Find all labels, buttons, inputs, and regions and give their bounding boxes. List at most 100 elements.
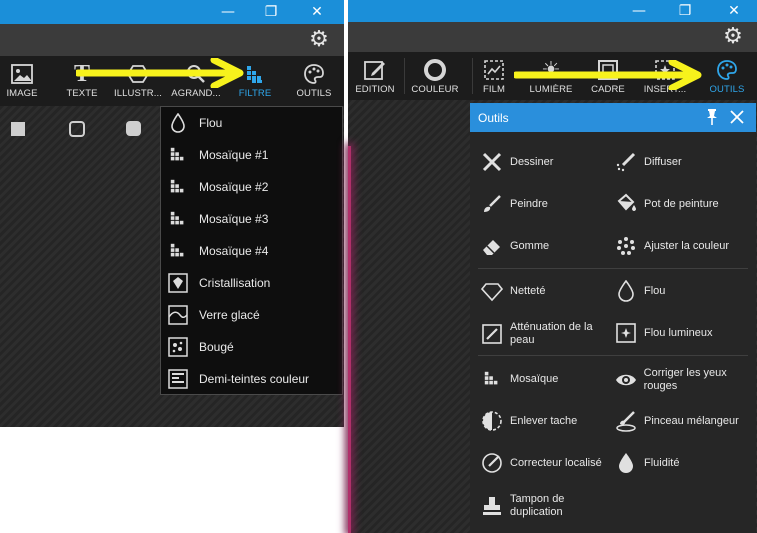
tool-label: Peindre	[510, 197, 548, 210]
skin-icon	[480, 322, 504, 346]
shape-rounded-filled-button[interactable]	[126, 121, 141, 136]
tool-label: Diffuser	[644, 155, 682, 168]
tool-mosaique[interactable]: Mosaïque	[480, 367, 610, 391]
mixer-brush-icon	[614, 409, 638, 433]
image-icon	[9, 62, 35, 86]
color-ring-icon	[422, 58, 448, 82]
menu-item-mosaique-1[interactable]: Mosaïque #1	[161, 139, 341, 171]
tool-peindre[interactable]: Peindre	[480, 192, 610, 216]
motion-icon	[167, 336, 189, 358]
menu-item-label: Mosaïque #4	[199, 244, 269, 258]
tool-label: Gomme	[510, 239, 550, 252]
menu-item-label: Mosaïque #3	[199, 212, 269, 226]
restore-button[interactable]: ❐	[252, 0, 290, 24]
tab-label: FILM	[482, 84, 506, 95]
close-button[interactable]: ✕	[715, 0, 753, 22]
tool-pot-de-peinture[interactable]: Pot de peinture	[614, 192, 752, 216]
frosted-glass-icon	[167, 304, 189, 326]
adjust-color-icon	[614, 234, 638, 258]
tool-label: Flou	[644, 284, 666, 297]
gear-icon[interactable]: ⚙	[721, 25, 745, 49]
tab-label: COULEUR	[411, 84, 459, 95]
mosaic-icon	[167, 208, 189, 230]
tool-correcteur-localise[interactable]: Correcteur localisé	[480, 451, 610, 475]
drop-icon	[167, 112, 189, 134]
yellow-arrow-annotation	[76, 58, 244, 88]
halftone-icon	[167, 368, 189, 390]
panel-close-icon[interactable]	[728, 108, 746, 126]
tool-pinceau-melangeur[interactable]: Pinceau mélangeur	[614, 409, 752, 433]
brush-icon	[480, 192, 504, 216]
tab-image[interactable]: IMAGE	[2, 56, 42, 106]
tool-yeux-rouges[interactable]: Corriger les yeux rouges	[614, 367, 752, 393]
menu-item-mosaique-2[interactable]: Mosaïque #2	[161, 171, 341, 203]
spot-icon	[480, 409, 504, 433]
tool-attenuation-peau[interactable]: Atténuation de la peau	[480, 321, 610, 347]
tool-ajuster-couleur[interactable]: Ajuster la couleur	[614, 234, 752, 258]
filter-dropdown-menu: Flou Mosaïque #1 Mosaïque #2 Mosaïque #3…	[160, 106, 343, 395]
palette-icon	[301, 62, 327, 86]
tool-tampon-duplication[interactable]: Tampon de duplication	[480, 493, 610, 519]
right-settings-bar: ⚙	[348, 22, 757, 52]
tool-flou-lumineux[interactable]: Flou lumineux	[614, 321, 752, 345]
menu-item-cristallisation[interactable]: Cristallisation	[161, 267, 341, 299]
canvas-edge	[348, 146, 351, 533]
tool-label: Tampon de duplication	[510, 493, 565, 518]
tool-diffuser[interactable]: Diffuser	[614, 150, 752, 174]
toolbar-divider	[472, 58, 473, 94]
tool-label: Netteté	[510, 284, 546, 297]
yellow-arrow-annotation	[514, 60, 702, 90]
menu-item-demi-teintes[interactable]: Demi-teintes couleur	[161, 363, 341, 395]
mosaic-icon	[167, 176, 189, 198]
restore-button[interactable]: ❐	[666, 0, 704, 22]
tab-edition[interactable]: EDITION	[352, 52, 398, 102]
tool-nettete[interactable]: Netteté	[480, 279, 610, 303]
tool-dessiner[interactable]: Dessiner	[480, 150, 610, 174]
tool-flou[interactable]: Flou	[614, 279, 752, 303]
paint-bucket-icon	[614, 192, 638, 216]
tool-label: Dessiner	[510, 155, 554, 168]
shape-rounded-outline-button[interactable]	[69, 121, 85, 137]
shape-square-button[interactable]	[11, 122, 25, 136]
tab-tools[interactable]: OUTILS	[292, 56, 336, 106]
gear-icon[interactable]: ⚙	[307, 28, 331, 52]
menu-item-label: Demi-teintes couleur	[199, 372, 310, 386]
pin-icon[interactable]	[703, 108, 721, 126]
outils-panel: Outils Dessiner Diffuser Peindre Pot de …	[470, 103, 756, 533]
tool-label: Correcteur localisé	[510, 456, 602, 469]
glow-icon	[614, 321, 638, 345]
mosaic-icon	[167, 144, 189, 166]
group-divider	[478, 268, 748, 269]
mosaic-icon	[480, 367, 504, 391]
minimize-button[interactable]: —	[620, 0, 658, 22]
menu-item-mosaique-4[interactable]: Mosaïque #4	[161, 235, 341, 267]
tab-couleur[interactable]: COULEUR	[410, 52, 460, 102]
menu-item-label: Mosaïque #2	[199, 180, 269, 194]
tool-label: Fluidité	[644, 456, 680, 469]
tool-label: Flou lumineux	[644, 326, 713, 339]
drop-icon	[614, 279, 638, 303]
menu-item-flou[interactable]: Flou	[161, 107, 341, 139]
menu-item-label: Verre glacé	[199, 308, 260, 322]
close-button[interactable]: ✕	[298, 0, 336, 24]
tab-label: OUTILS	[296, 88, 332, 99]
tool-enlever-tache[interactable]: Enlever tache	[480, 409, 610, 433]
tab-label: AGRAND...	[171, 88, 221, 99]
menu-item-label: Bougé	[199, 340, 234, 354]
right-window: — ❐ ✕ ⚙ EDITION COULEUR FILM ☀ LUMIÈRE C…	[348, 0, 757, 533]
tab-film[interactable]: FILM	[476, 52, 512, 102]
menu-item-bouge[interactable]: Bougé	[161, 331, 341, 363]
menu-item-label: Mosaïque #1	[199, 148, 269, 162]
minimize-button[interactable]: —	[209, 0, 247, 24]
menu-item-mosaique-3[interactable]: Mosaïque #3	[161, 203, 341, 235]
left-titlebar: — ❐ ✕	[0, 0, 344, 24]
draw-icon	[480, 150, 504, 174]
tool-label: Atténuation de la peau	[510, 321, 593, 346]
toolbar-divider	[404, 58, 405, 94]
tab-label: EDITION	[355, 84, 395, 95]
menu-item-verre-glace[interactable]: Verre glacé	[161, 299, 341, 331]
tab-label: FILTRE	[238, 88, 272, 99]
tool-label: Enlever tache	[510, 414, 578, 427]
tool-fluidite[interactable]: Fluidité	[614, 451, 752, 475]
tool-gomme[interactable]: Gomme	[480, 234, 610, 258]
